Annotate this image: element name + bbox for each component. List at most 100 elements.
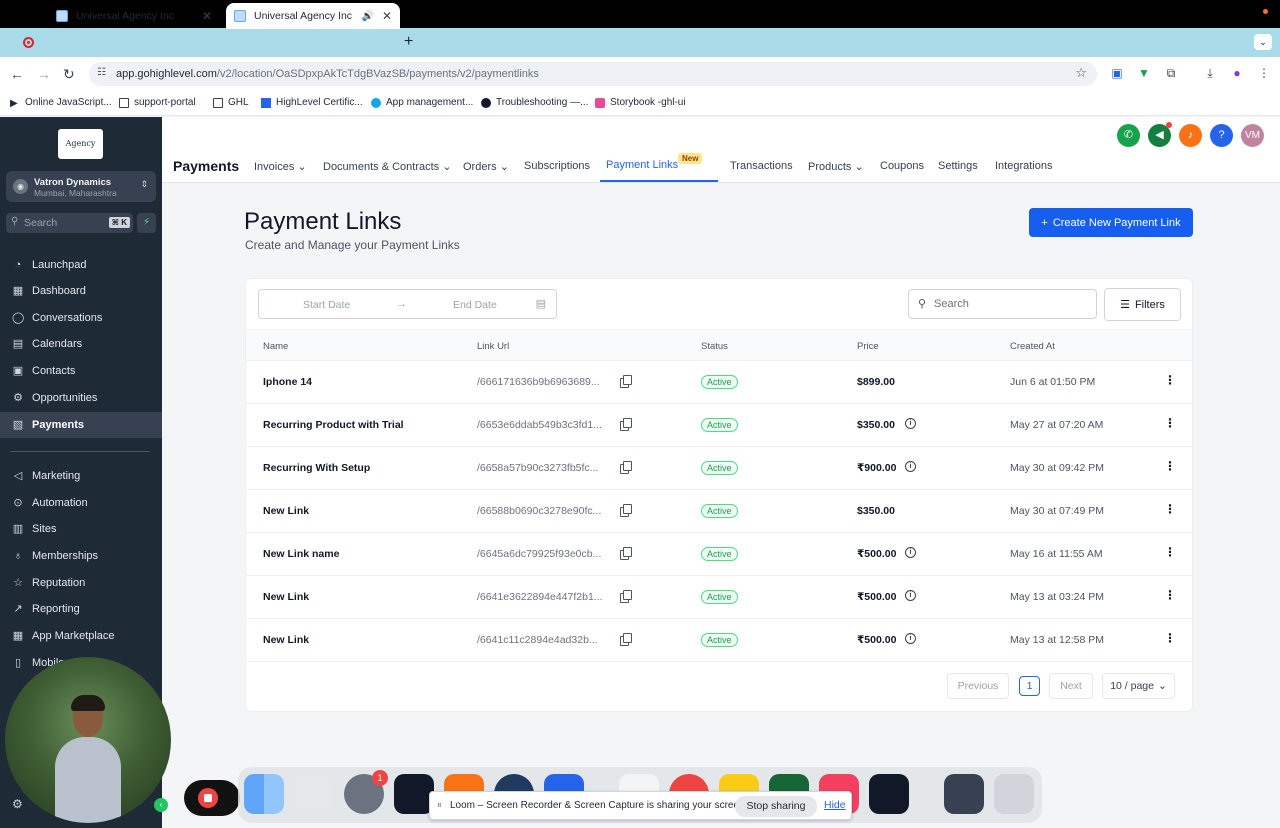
- download-icon[interactable]: ⤓: [1203, 66, 1217, 80]
- copy-icon[interactable]: [620, 504, 632, 517]
- column-header-price[interactable]: Price: [857, 341, 879, 352]
- row-name[interactable]: New Link name: [263, 548, 339, 560]
- sidebar-item-payments[interactable]: ▧ Payments: [0, 412, 162, 438]
- info-icon[interactable]: i: [905, 590, 916, 601]
- megaphone-icon[interactable]: ◀: [1148, 122, 1172, 147]
- sidebar-item-automation[interactable]: ⊙ Automation: [0, 490, 162, 516]
- sidebar-item-calendars[interactable]: ▤ Calendars: [0, 331, 162, 357]
- column-header-created-at[interactable]: Created At: [1010, 341, 1055, 352]
- copy-icon[interactable]: [620, 633, 632, 646]
- drag-handle-icon[interactable]: ⏸: [437, 800, 442, 811]
- previous-page-button[interactable]: Previous: [947, 673, 1009, 699]
- copy-icon[interactable]: [620, 461, 632, 474]
- row-actions-icon[interactable]: ⋮: [1164, 373, 1176, 387]
- phone-icon[interactable]: ✆: [1117, 124, 1140, 147]
- trash-icon[interactable]: [994, 774, 1034, 814]
- page-number-button[interactable]: 1: [1019, 676, 1040, 696]
- filters-button[interactable]: ☰ Filters: [1104, 288, 1181, 321]
- launchpad-icon[interactable]: [294, 774, 334, 814]
- column-header-name[interactable]: Name: [263, 341, 288, 352]
- sidebar-item-reputation[interactable]: ☆ Reputation: [0, 570, 162, 596]
- bookmark-item[interactable]: GHL: [213, 97, 249, 108]
- bookmark-item[interactable]: support-portal: [119, 97, 196, 108]
- table-row[interactable]: Recurring With Setup /6658a57b90c3273fb5…: [246, 447, 1192, 490]
- help-icon[interactable]: ?: [1210, 124, 1233, 147]
- sidebar-item-sites[interactable]: ▥ Sites: [0, 516, 162, 542]
- copy-icon[interactable]: [620, 590, 632, 603]
- url-bar[interactable]: ☷ app.gohighlevel.com/v2/location/OaSDpx…: [89, 62, 1097, 86]
- sidebar-item-reporting[interactable]: ↗ Reporting: [0, 596, 162, 622]
- close-tab-icon[interactable]: ✕: [382, 9, 392, 23]
- stop-sharing-button[interactable]: Stop sharing: [735, 796, 817, 817]
- site-settings-icon[interactable]: ☷: [97, 67, 106, 78]
- sidebar-item-memberships[interactable]: ♁ Memberships: [0, 543, 162, 569]
- copy-icon[interactable]: [620, 375, 632, 388]
- collapse-sidebar-icon[interactable]: ‹: [154, 798, 168, 812]
- puzzle-icon[interactable]: ⧉: [1164, 66, 1178, 80]
- column-header-status[interactable]: Status: [701, 341, 728, 352]
- table-row[interactable]: New Link name /6645a6dc79925f93e0cb... A…: [246, 533, 1192, 576]
- bookmark-item[interactable]: HighLevel Certific...: [261, 97, 363, 108]
- extension-icon[interactable]: ▣: [1110, 66, 1124, 80]
- app-icon[interactable]: [869, 774, 909, 814]
- agency-logo[interactable]: Agency: [58, 129, 103, 159]
- start-date-input[interactable]: Start Date: [303, 299, 350, 311]
- table-row[interactable]: Iphone 14 /666171636b9b6963689... Active…: [246, 361, 1192, 404]
- sidebar-item-launchpad[interactable]: ◔ Launchpad: [0, 252, 162, 278]
- row-actions-icon[interactable]: ⋮: [1164, 459, 1176, 473]
- bookmark-star-icon[interactable]: ☆: [1075, 65, 1087, 81]
- row-name[interactable]: New Link: [263, 634, 309, 646]
- extension-icon[interactable]: ▼: [1137, 66, 1151, 80]
- row-actions-icon[interactable]: ⋮: [1164, 416, 1176, 430]
- browser-tab-2[interactable]: Universal Agency Inc 🔊 ✕: [226, 3, 400, 29]
- page-size-select[interactable]: 10 / page ⌄: [1102, 673, 1175, 699]
- menu-products[interactable]: Products ⌄: [808, 160, 864, 173]
- table-row[interactable]: Recurring Product with Trial /6653e6ddab…: [246, 404, 1192, 447]
- account-switcher[interactable]: ◉ Vatron Dynamics Mumbai, Maharashtra ⇕: [6, 171, 156, 202]
- reload-icon[interactable]: ↻: [63, 66, 75, 83]
- bookmark-item[interactable]: App management...: [371, 97, 473, 108]
- row-link-url[interactable]: /66588b0690c3278e90fc...: [477, 505, 601, 517]
- close-tab-icon[interactable]: ✕: [202, 9, 212, 23]
- menu-orders[interactable]: Orders ⌄: [463, 160, 509, 173]
- menu-documents-contracts[interactable]: Documents & Contracts ⌄: [323, 160, 451, 173]
- menu-payment-links[interactable]: Payment Links: [606, 159, 678, 171]
- next-page-button[interactable]: Next: [1049, 673, 1093, 699]
- row-link-url[interactable]: /6641e3622894e447f2b1...: [477, 591, 603, 603]
- finder-icon[interactable]: [244, 774, 284, 814]
- sidebar-item-contacts[interactable]: ▣ Contacts: [0, 358, 162, 384]
- hide-link[interactable]: Hide: [824, 799, 846, 811]
- info-icon[interactable]: i: [905, 547, 916, 558]
- end-date-input[interactable]: End Date: [453, 299, 497, 311]
- row-name[interactable]: New Link: [263, 505, 309, 517]
- row-link-url[interactable]: /666171636b9b6963689...: [477, 376, 600, 388]
- menu-coupons[interactable]: Coupons: [880, 160, 924, 172]
- sidebar-item-opportunities[interactable]: ⚙ Opportunities: [0, 385, 162, 411]
- table-row[interactable]: New Link /6641e3622894e447f2b1... Active…: [246, 576, 1192, 619]
- info-icon[interactable]: i: [905, 461, 916, 472]
- row-actions-icon[interactable]: ⋮: [1164, 588, 1176, 602]
- tab-search-icon[interactable]: ⌄: [1254, 34, 1272, 50]
- bookmark-item[interactable]: ▶ Online JavaScript...: [10, 97, 112, 109]
- settings-gear-icon[interactable]: ⚙: [12, 797, 23, 811]
- column-header-link-url[interactable]: Link Url: [477, 341, 509, 352]
- speaker-icon[interactable]: 🔊: [361, 11, 373, 22]
- bookmark-item[interactable]: Troubleshooting —...: [481, 97, 588, 108]
- row-name[interactable]: Recurring With Setup: [263, 462, 370, 474]
- sidebar-item-dashboard[interactable]: ▦ Dashboard: [0, 278, 162, 304]
- row-name[interactable]: New Link: [263, 591, 309, 603]
- info-icon[interactable]: i: [905, 418, 916, 429]
- table-row[interactable]: New Link /6641c11c2894e4ad32b... Active …: [246, 619, 1192, 662]
- profile-icon[interactable]: ●: [1230, 66, 1244, 80]
- row-actions-icon[interactable]: ⋮: [1164, 502, 1176, 516]
- menu-settings[interactable]: Settings: [938, 160, 978, 172]
- copy-icon[interactable]: [620, 418, 632, 431]
- menu-subscriptions[interactable]: Subscriptions: [524, 160, 590, 172]
- webcam-overlay[interactable]: [5, 657, 171, 823]
- menu-integrations[interactable]: Integrations: [995, 160, 1052, 172]
- user-avatar[interactable]: VM: [1241, 124, 1264, 147]
- row-name[interactable]: Iphone 14: [263, 376, 312, 388]
- row-link-url[interactable]: /6645a6dc79925f93e0cb...: [477, 548, 601, 560]
- sidebar-search[interactable]: ⚲ Search ⌘ K: [6, 213, 133, 233]
- menu-transactions[interactable]: Transactions: [730, 160, 793, 172]
